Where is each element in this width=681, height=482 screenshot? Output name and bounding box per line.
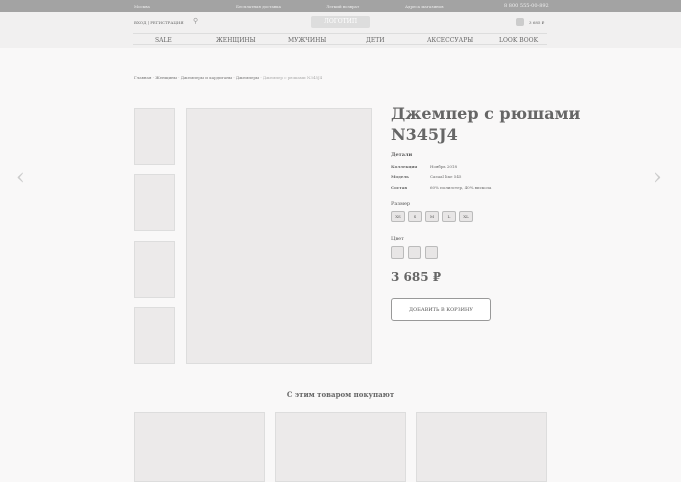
nav-men[interactable]: МУЖЧИНЫ (288, 37, 326, 44)
thumbnail[interactable] (134, 108, 175, 165)
thumbnail[interactable] (134, 307, 175, 364)
nav-accessories[interactable]: АКСЕССУАРЫ (427, 37, 473, 44)
size-label: Размер (391, 201, 411, 207)
next-arrow-icon[interactable]: › (653, 165, 662, 190)
related-product-card[interactable] (416, 412, 547, 482)
nav-sale[interactable]: SALE (155, 37, 172, 44)
color-label: Цвет (391, 236, 404, 242)
logo[interactable]: ЛОГОТИП (311, 16, 370, 28)
related-heading: С этим товаром покупают (286, 390, 395, 399)
main-nav: SALE ЖЕНЩИНЫ МУЖЧИНЫ ДЕТИ АКСЕССУАРЫ LOO… (133, 33, 547, 45)
title-line: N345J4 (391, 125, 458, 144)
city-link[interactable]: Москва (134, 4, 150, 9)
cart-icon[interactable] (516, 18, 524, 26)
cart-total[interactable]: 3 685 ₽ (529, 20, 544, 25)
phone[interactable]: 8 800 555-00-892 (504, 3, 549, 9)
top-bar: Москва Бесплатная доставка Легкий возвра… (0, 0, 681, 12)
search-icon[interactable]: ⚲ (193, 17, 198, 25)
price: 3 685 ₽ (391, 270, 442, 284)
prev-arrow-icon[interactable]: ‹ (16, 165, 25, 190)
size-l[interactable]: L (442, 211, 456, 222)
nav-women[interactable]: ЖЕНЩИНЫ (216, 37, 256, 44)
nav-lookbook[interactable]: LOOK BOOK (499, 37, 538, 44)
thumbnail[interactable] (134, 241, 175, 298)
color-swatch[interactable] (408, 246, 421, 259)
detail-key: Модель (391, 174, 409, 179)
breadcrumb: Главная · Женщины · Джемперы и кардиганы… (134, 75, 322, 80)
delivery-link[interactable]: Бесплатная доставка (236, 4, 281, 9)
breadcrumb-current: Джемпер с рюшами N345J4 (262, 75, 323, 80)
product-title: Джемпер с рюшами N345J4 (391, 103, 580, 145)
related-product-card[interactable] (134, 412, 265, 482)
color-swatch[interactable] (391, 246, 404, 259)
title-line: Джемпер с рюшами (391, 104, 581, 123)
stores-link[interactable]: Адреса магазинов (405, 4, 443, 9)
size-xs[interactable]: XS (391, 211, 405, 222)
detail-key: Состав (391, 185, 408, 190)
nav-kids[interactable]: ДЕТИ (366, 37, 385, 44)
detail-value: 60% полиэстер, 40% вискоза (430, 185, 492, 190)
detail-key: Коллекция (391, 164, 418, 169)
detail-value: Ноябрь 2018 (430, 164, 458, 169)
thumbnail[interactable] (134, 174, 175, 231)
details-heading: Детали (391, 152, 413, 158)
size-s[interactable]: S (408, 211, 422, 222)
size-m[interactable]: M (425, 211, 439, 222)
size-xl[interactable]: XL (459, 211, 473, 222)
add-to-cart-button[interactable]: ДОБАВИТЬ В КОРЗИНУ (391, 298, 491, 321)
breadcrumb-path[interactable]: Главная · Женщины · Джемперы и кардиганы… (134, 75, 263, 80)
main-image (186, 108, 372, 364)
login-link[interactable]: ВХОД | РЕГИСТРАЦИЯ (134, 20, 184, 25)
returns-link[interactable]: Легкий возврат (326, 4, 359, 9)
detail-value: Casual line 545 (430, 174, 462, 179)
color-swatch[interactable] (425, 246, 438, 259)
related-product-card[interactable] (275, 412, 406, 482)
